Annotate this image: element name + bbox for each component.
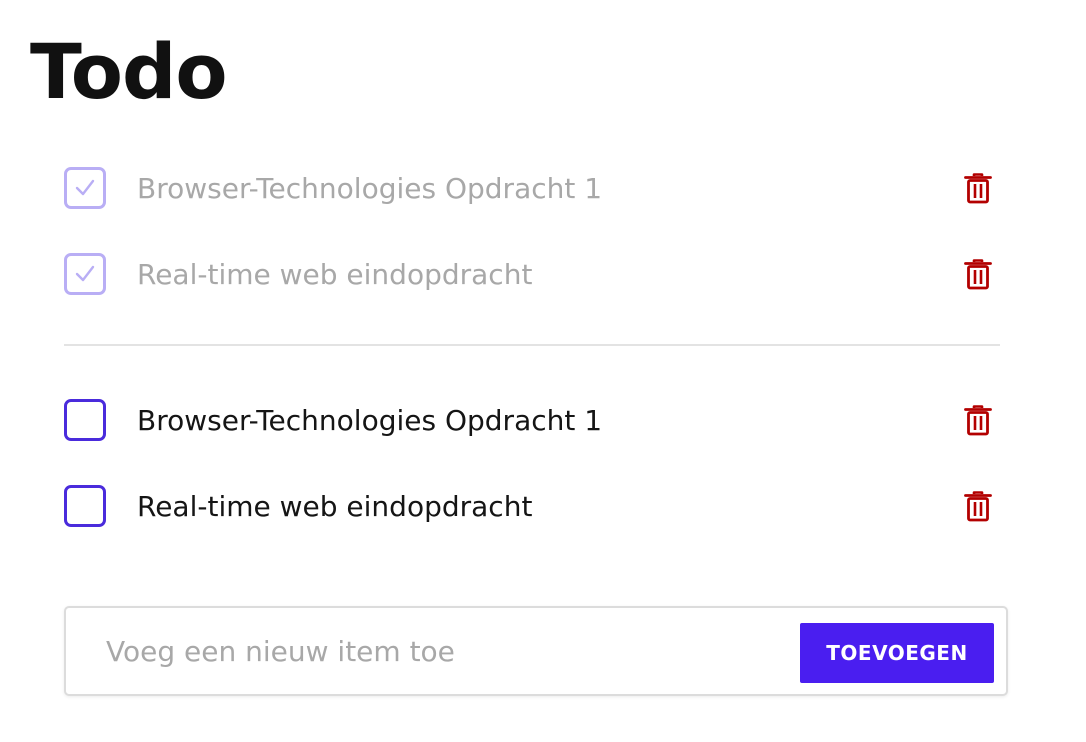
- delete-button[interactable]: [960, 402, 996, 438]
- new-item-input[interactable]: [106, 626, 786, 676]
- todo-item-label: Browser-Technologies Opdracht 1: [137, 171, 603, 205]
- check-icon: [75, 265, 95, 282]
- trash-icon: [964, 405, 992, 436]
- trash-icon: [964, 259, 992, 290]
- delete-button[interactable]: [960, 488, 996, 524]
- trash-icon: [964, 173, 992, 204]
- todo-item-open: Real-time web eindopdracht: [64, 484, 1000, 528]
- trash-icon: [964, 491, 992, 522]
- todo-checkbox-checked[interactable]: [64, 167, 106, 209]
- todo-item-label: Real-time web eindopdracht: [137, 257, 533, 291]
- todo-app: Todo Browser-Technologies Opdracht 1 Rea…: [0, 0, 1086, 742]
- todo-checkbox-checked[interactable]: [64, 253, 106, 295]
- page-title: Todo: [30, 27, 228, 116]
- check-icon: [75, 179, 95, 196]
- todo-item-label: Browser-Technologies Opdracht 1: [137, 403, 603, 437]
- add-item-form: TOEVOEGEN: [64, 606, 1008, 696]
- todo-item-label: Real-time web eindopdracht: [137, 489, 533, 523]
- todo-item-completed: Real-time web eindopdracht: [64, 252, 1000, 296]
- todo-item-completed: Browser-Technologies Opdracht 1: [64, 166, 1000, 210]
- add-item-button[interactable]: TOEVOEGEN: [800, 623, 994, 683]
- delete-button[interactable]: [960, 256, 996, 292]
- todo-checkbox-unchecked[interactable]: [64, 399, 106, 441]
- delete-button[interactable]: [960, 170, 996, 206]
- todo-checkbox-unchecked[interactable]: [64, 485, 106, 527]
- todo-item-open: Browser-Technologies Opdracht 1: [64, 398, 1000, 442]
- list-divider: [64, 344, 1000, 346]
